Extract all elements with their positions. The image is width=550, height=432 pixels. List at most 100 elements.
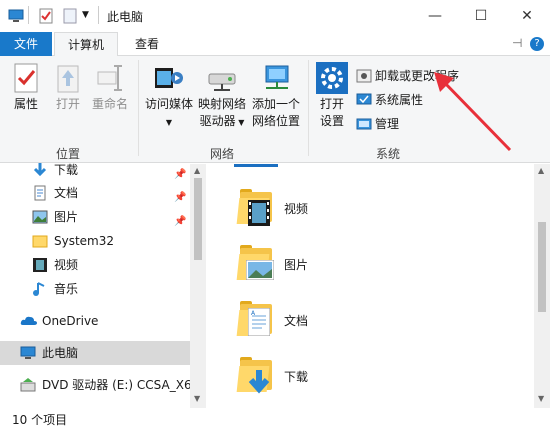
folder-icon: [32, 233, 48, 249]
access-media-button[interactable]: 访问媒体 ▼: [144, 62, 194, 131]
pictures-folder-icon: [234, 242, 278, 286]
scroll-up-icon[interactable]: ▲: [194, 166, 200, 175]
dvd-drive-icon: [20, 377, 36, 393]
system-group-label: 系统: [376, 147, 401, 161]
navigation-pane: 下载 📌 文档 📌 图片 📌 System32 视频 音乐 OneDrive 此…: [0, 163, 206, 408]
add-location-label-1: 添加一个: [251, 97, 300, 111]
maximize-button[interactable]: ☐: [458, 0, 504, 32]
nav-label-dvd-drive: DVD 驱动器 (E:) CCSA_X64: [42, 378, 190, 392]
file-label-pictures: 图片: [284, 257, 309, 272]
scroll-up-icon[interactable]: ▲: [538, 166, 544, 175]
list-item[interactable]: 下载: [234, 354, 308, 398]
open-settings-button[interactable]: 打开 设置: [314, 62, 350, 130]
file-list-scrollbar-thumb[interactable]: [538, 222, 546, 312]
properties-icon: [10, 62, 42, 94]
quick-access-properties-icon[interactable]: [38, 8, 54, 27]
nav-label-pictures: 图片: [54, 210, 79, 224]
nav-scrollbar[interactable]: ▲ ▼: [190, 164, 206, 408]
tab-computer[interactable]: 计算机: [54, 32, 118, 57]
properties-button[interactable]: 属性: [8, 62, 44, 113]
close-button[interactable]: ✕: [504, 0, 550, 32]
video-icon: [32, 257, 48, 273]
title-bar: ▼ 此电脑 — ☐ ✕: [0, 0, 550, 32]
window-title: 此电脑: [107, 10, 144, 24]
nav-item-documents[interactable]: 文档 📌: [0, 181, 190, 205]
nav-item-dvd-drive[interactable]: DVD 驱动器 (E:) CCSA_X64: [0, 373, 190, 397]
open-label: 打开: [55, 97, 80, 111]
computer-icon: [20, 345, 36, 361]
group-divider: [138, 60, 139, 156]
onedrive-cloud-icon: [20, 313, 37, 329]
properties-label: 属性: [13, 97, 38, 111]
manage-button[interactable]: 管理: [356, 114, 399, 134]
nav-label-documents: 文档: [54, 186, 79, 200]
list-item[interactable]: 图片: [234, 242, 308, 286]
tab-view[interactable]: 查看: [124, 32, 170, 56]
nav-item-this-pc[interactable]: 此电脑: [0, 341, 190, 365]
nav-label-downloads: 下载: [54, 163, 79, 177]
nav-item-videos[interactable]: 视频: [0, 253, 190, 277]
nav-label-onedrive: OneDrive: [42, 314, 99, 328]
media-icon: [153, 62, 185, 94]
file-label-videos: 视频: [284, 201, 309, 216]
music-icon: [32, 281, 48, 297]
file-list-scrollbar[interactable]: ▲ ▼: [534, 164, 550, 408]
map-drive-chevron-icon: ▼: [235, 118, 245, 127]
open-button[interactable]: 打开: [50, 62, 86, 113]
pin-ribbon-icon[interactable]: ⊣: [512, 36, 522, 50]
open-settings-label-1: 打开: [319, 97, 344, 111]
scroll-down-icon[interactable]: ▼: [194, 394, 200, 403]
system-properties-icon: [356, 92, 372, 108]
downloads-folder-icon: [234, 354, 278, 398]
nav-item-downloads[interactable]: 下载 📌: [0, 158, 190, 182]
list-item[interactable]: A 文档: [234, 298, 308, 342]
rename-label: 重命名: [91, 97, 128, 111]
scroll-down-icon[interactable]: ▼: [538, 394, 544, 403]
nav-label-this-pc: 此电脑: [42, 346, 79, 360]
quick-access-new-folder-icon[interactable]: [62, 8, 78, 27]
minimize-button[interactable]: —: [412, 0, 458, 32]
access-media-chevron-icon: ▼: [165, 118, 173, 127]
item-count: 10 个项目: [12, 413, 68, 427]
ribbon-tabs: 文件 计算机 查看 ⊣ ?: [0, 32, 550, 57]
documents-folder-icon: A: [234, 298, 278, 342]
nav-item-system32[interactable]: System32: [0, 229, 190, 253]
nav-scrollbar-thumb[interactable]: [194, 178, 202, 260]
map-drive-label-2: 驱动器: [199, 114, 236, 128]
network-location-icon: [260, 62, 292, 94]
map-drive-label-1: 映射网络: [197, 97, 246, 111]
network-group-label: 网络: [210, 147, 235, 161]
uninstall-icon: [356, 68, 372, 84]
nav-item-pictures[interactable]: 图片 📌: [0, 205, 190, 229]
network-drive-icon: [206, 62, 238, 94]
nav-label-videos: 视频: [54, 258, 79, 272]
system-properties-button[interactable]: 系统属性: [356, 90, 423, 110]
rename-button[interactable]: 重命名: [90, 62, 130, 113]
system-properties-label: 系统属性: [375, 93, 424, 107]
nav-item-onedrive[interactable]: OneDrive: [0, 309, 190, 333]
file-label-documents: 文档: [284, 313, 309, 328]
file-list: 视频 图片 A 文档 下载: [206, 164, 534, 408]
divider: [98, 6, 99, 24]
partial-item-bar: [234, 164, 278, 167]
computer-icon[interactable]: [8, 8, 24, 27]
open-settings-label-2: 设置: [319, 114, 344, 128]
open-icon: [52, 62, 84, 94]
map-network-drive-button[interactable]: 映射网络 驱动器 ▼: [196, 62, 248, 131]
ribbon: 属性 打开 重命名 位置 访问媒体 ▼ 映射网络 驱动器 ▼ 添加一个 网络位置: [0, 56, 550, 163]
help-icon[interactable]: ?: [530, 37, 544, 51]
document-icon: [32, 185, 48, 201]
customize-toolbar-chevron-icon[interactable]: ▼: [82, 10, 89, 20]
file-label-downloads: 下载: [284, 369, 309, 384]
rename-icon: [94, 62, 126, 94]
download-icon: [32, 162, 48, 178]
add-location-label-2: 网络位置: [251, 114, 300, 128]
access-media-label: 访问媒体: [144, 97, 193, 111]
manage-label: 管理: [375, 117, 400, 131]
divider: [28, 6, 29, 24]
manage-icon: [356, 116, 372, 132]
nav-item-music[interactable]: 音乐: [0, 277, 190, 301]
add-network-location-button[interactable]: 添加一个 网络位置: [250, 62, 302, 130]
tab-file[interactable]: 文件: [0, 32, 52, 56]
list-item[interactable]: 视频: [234, 186, 308, 230]
